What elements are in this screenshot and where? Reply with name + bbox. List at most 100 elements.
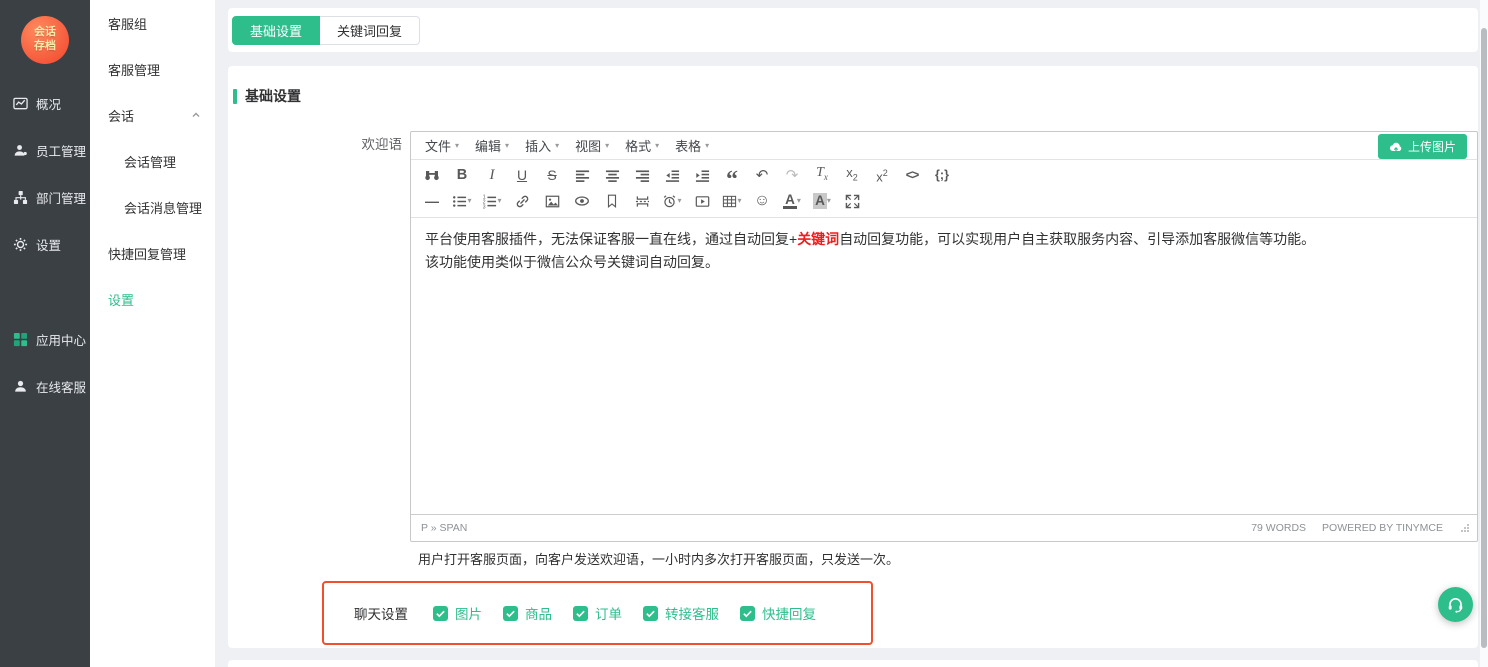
toolbar-button-subscript[interactable]: x2 [840, 163, 865, 187]
menubar-item[interactable]: 文件▾ [417, 133, 467, 158]
resize-grip-icon[interactable] [1461, 524, 1469, 532]
sidebar-item-online-service[interactable]: 在线客服 [0, 363, 90, 410]
toolbar-button-outdent[interactable] [660, 163, 685, 187]
sidebar-item-settings[interactable]: 设置 [0, 221, 90, 268]
chat-option-transfer-agent[interactable]: 转接客服 [643, 603, 719, 623]
toolbar-button-code-sample[interactable]: {;} [930, 163, 955, 187]
toolbar-button-italic[interactable]: I [480, 163, 505, 187]
toolbar-button-clear-formatting[interactable]: Tx [810, 163, 835, 187]
tab-basic-settings[interactable]: 基础设置 [232, 16, 320, 45]
chevron-down-icon: ▾ [705, 142, 709, 150]
sidebar-item-app-center[interactable]: 应用中心 [0, 316, 90, 363]
toolbar-button-redo[interactable]: ↷ [780, 163, 805, 187]
sidebar-item-label: 部门管理 [36, 188, 86, 207]
submenu-item-settings[interactable]: 设置 [90, 276, 215, 322]
submenu-item-label: 客服管理 [108, 60, 160, 79]
chat-option-product[interactable]: 商品 [503, 603, 552, 623]
toolbar-button-blockquote[interactable]: “ [720, 163, 745, 187]
menubar-item[interactable]: 表格 ▾ [667, 133, 717, 158]
align-right-icon [635, 168, 650, 183]
toolbar-button-preview[interactable] [570, 189, 595, 213]
chat-option-order[interactable]: 订单 [573, 603, 622, 623]
toolbar-button-indent[interactable] [690, 163, 715, 187]
toolbar-button-find-replace[interactable] [420, 163, 445, 187]
employee-icon [13, 143, 28, 158]
toolbar-button-bold[interactable]: B [450, 163, 475, 187]
submenu-item-service-management[interactable]: 客服管理 [90, 46, 215, 92]
toolbar-button-strikethrough[interactable]: S [540, 163, 565, 187]
menubar-item[interactable]: 格式▾ [617, 133, 667, 158]
toolbar-button-numbered-list[interactable]: 123▾ [480, 189, 505, 213]
sidebar-item-employees[interactable]: 员工管理 [0, 127, 90, 174]
toolbar-button-text-color[interactable]: A▾ [780, 189, 805, 213]
upload-image-button[interactable]: 上传图片 [1378, 134, 1467, 159]
tab-keyword-reply[interactable]: 关键词回复 [320, 16, 420, 45]
preview-icon [574, 193, 590, 209]
toolbar-button-align-right[interactable] [630, 163, 655, 187]
chat-options: 图片 商品 订单 转接客服 快捷回复 [433, 603, 816, 623]
submenu-item-session-msg-management[interactable]: 会话消息管理 [90, 184, 215, 230]
toolbar-button-horizontal-rule[interactable]: — [420, 189, 445, 213]
menubar-item-label: 表格 [675, 136, 701, 155]
toolbar-button-align-left[interactable] [570, 163, 595, 187]
chevron-down-icon: ▾ [827, 197, 831, 205]
toolbar-button-underline[interactable]: U [510, 163, 535, 187]
chat-option-label: 商品 [525, 603, 552, 623]
toolbar-button-emoticons[interactable]: ☺ [750, 189, 775, 213]
datetime-icon [662, 194, 677, 209]
toolbar-button-fullscreen[interactable] [840, 189, 865, 213]
checkbox-checked[interactable] [740, 606, 755, 621]
toolbar-button-bullet-list[interactable]: ▾ [450, 189, 475, 213]
checkbox-checked[interactable] [503, 606, 518, 621]
submenu-item-session-management[interactable]: 会话管理 [90, 138, 215, 184]
bullet-list-icon [452, 194, 467, 209]
toolbar-button-page-break[interactable] [630, 189, 655, 213]
menubar-item[interactable]: 视图▾ [567, 133, 617, 158]
next-section-card [228, 660, 1478, 667]
sidebar-item-label: 在线客服 [36, 377, 86, 396]
annotation-highlight-box: 聊天设置 图片商品订单转接客服快捷回复 [322, 581, 873, 645]
apps-icon [13, 332, 28, 347]
toolbar-button-insert-datetime[interactable]: ▾ [660, 189, 685, 213]
chat-option-label: 订单 [595, 603, 622, 623]
svg-text:3: 3 [483, 204, 486, 209]
editor-content-area[interactable]: 平台使用客服插件，无法保证客服一直在线，通过自动回复+关键词自动回复功能，可以实… [411, 218, 1477, 514]
menubar-item[interactable]: 编辑 ▾ [467, 133, 517, 158]
sidebar-item-label: 应用中心 [36, 330, 86, 349]
submenu-item-session[interactable]: 会话 [90, 92, 215, 138]
chevron-down-icon: ▾ [677, 197, 681, 205]
submenu-item-quick-reply-management[interactable]: 快捷回复管理 [90, 230, 215, 276]
chat-option-image[interactable]: 图片 [433, 603, 482, 623]
checkbox-checked[interactable] [643, 606, 658, 621]
sidebar-item-label: 设置 [36, 235, 61, 254]
toolbar-button-media[interactable] [690, 189, 715, 213]
submenu-item-service-group[interactable]: 客服组 [90, 0, 215, 46]
main-area: 基础设置关键词回复 基础设置 欢迎语 文件▾编辑▾插入▾视图▾格式▾表格▾ BI… [215, 0, 1488, 667]
sidebar-item-overview[interactable]: 概况 [0, 80, 90, 127]
toolbar-button-image[interactable] [540, 189, 565, 213]
secondary-sidebar: 客服组客服管理会话会话管理会话消息管理快捷回复管理设置 [90, 0, 215, 667]
paragraph-text: 自动回复功能，可以实现用户自主获取服务内容、引导添加客服微信等功能。 [839, 231, 1315, 247]
chevron-down-icon: ▾ [505, 142, 509, 150]
submenu-item-label: 会话管理 [124, 152, 176, 171]
scrollbar-thumb[interactable] [1481, 28, 1487, 648]
toolbar-button-align-center[interactable] [600, 163, 625, 187]
upload-image-label: 上传图片 [1408, 138, 1456, 155]
element-path[interactable]: P » SPAN [421, 522, 467, 534]
checkbox-checked[interactable] [433, 606, 448, 621]
customer-service-float-button[interactable] [1438, 587, 1473, 622]
chat-option-quick-reply[interactable]: 快捷回复 [740, 603, 816, 623]
menubar-item-label: 编辑 [475, 136, 501, 155]
toolbar-button-background-color[interactable]: A▾ [810, 189, 835, 213]
submenu-item-label: 快捷回复管理 [108, 244, 186, 263]
toolbar-button-anchor[interactable] [600, 189, 625, 213]
section-title: 基础设置 [245, 86, 301, 106]
toolbar-button-link[interactable] [510, 189, 535, 213]
toolbar-button-superscript[interactable]: x2 [870, 163, 895, 187]
toolbar-button-undo[interactable]: ↶ [750, 163, 775, 187]
logo-line1: 会话 [34, 26, 56, 40]
checkbox-checked[interactable] [573, 606, 588, 621]
sidebar-item-departments[interactable]: 部门管理 [0, 174, 90, 221]
menubar-item[interactable]: 插入▾ [517, 133, 567, 158]
toolbar-button-source-code[interactable]: <> [900, 163, 925, 187]
